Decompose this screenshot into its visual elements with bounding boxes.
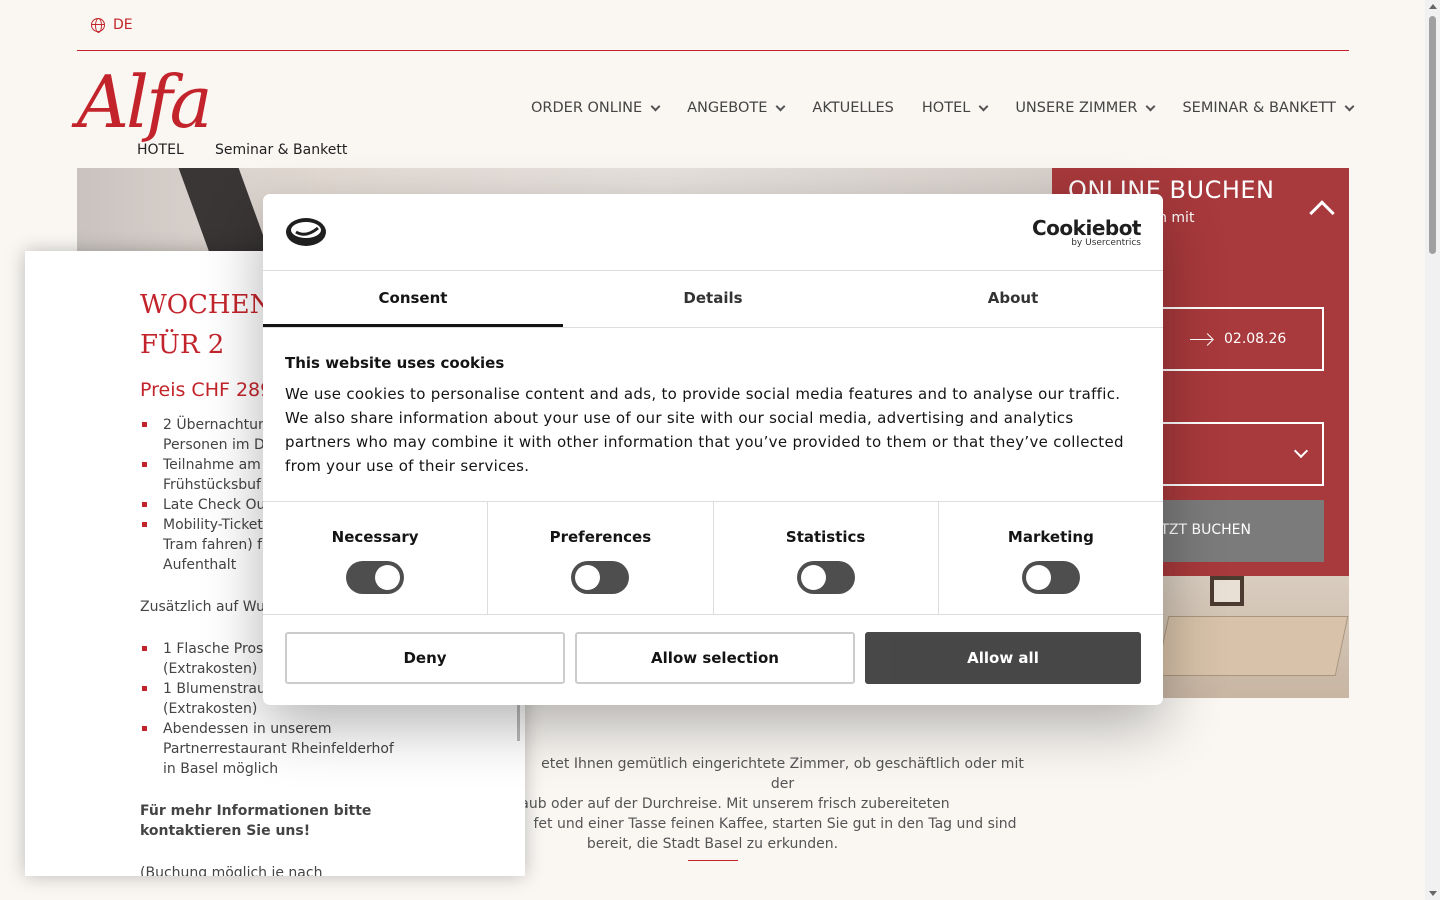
nav-item-angebote[interactable]: ANGEBOTE (687, 100, 786, 116)
cookie-body: We use cookies to personalise content an… (285, 385, 1124, 475)
allow-selection-button[interactable]: Allow selection (575, 632, 855, 684)
offer-title-line: WOCHEN (140, 290, 273, 320)
nav-label: UNSERE ZIMMER (1015, 100, 1138, 116)
category-label: Marketing (1007, 528, 1094, 546)
nav-label: ORDER ONLINE (531, 100, 643, 116)
language-label: DE (113, 17, 133, 33)
offer-note: (Buchung möglich je nach (140, 865, 323, 876)
globe-icon (91, 18, 105, 33)
nav-label: HOTEL (921, 100, 971, 116)
nav-label: ANGEBOTE (687, 100, 768, 116)
room-frame (1210, 576, 1244, 606)
cookie-buttons: Deny Allow selection Allow all (285, 632, 1141, 684)
chevron-up-icon[interactable] (1309, 200, 1335, 226)
cookie-heading: This website uses cookies (285, 354, 505, 372)
statistics-toggle[interactable] (796, 561, 855, 594)
nav-label: AKTUELLES (812, 100, 894, 116)
toggle-knob (1025, 565, 1051, 590)
offer-title: WOCHEN FÜR 2 (140, 285, 272, 365)
main-nav: ORDER ONLINE ANGEBOTE AKTUELLES HOTEL UN… (531, 100, 1355, 116)
page-scrollbar[interactable] (1425, 0, 1440, 900)
nav-item-unsere-zimmer[interactable]: UNSERE ZIMMER (1015, 100, 1156, 116)
hero-detail (178, 168, 272, 258)
divider (688, 860, 738, 861)
category-marketing: Marketing (939, 502, 1163, 614)
logo-hotel: HOTEL (137, 142, 184, 158)
category-label: Necessary (331, 528, 419, 546)
cookie-dialog: Cookiebot by Usercentrics Consent Detail… (263, 194, 1163, 705)
top-bar: DE (77, 0, 1349, 51)
category-label: Statistics (785, 528, 866, 546)
toggle-knob (800, 565, 826, 590)
chevron-down-icon (1293, 443, 1309, 459)
cookiebot-brand[interactable]: Cookiebot by Usercentrics (1032, 216, 1142, 248)
nav-item-aktuelles[interactable]: AKTUELLES (812, 100, 893, 116)
language-switcher[interactable]: DE (91, 17, 133, 33)
offer-title-line: FÜR 2 (140, 330, 225, 360)
chevron-down-icon (775, 101, 786, 111)
toggle-knob (575, 565, 601, 590)
chevron-down-icon (1146, 101, 1156, 111)
book-now-label: TZT BUCHEN (1160, 522, 1251, 538)
offer-extra-heading: Zusätzlich auf Wu (140, 599, 266, 615)
room-desk (1155, 616, 1349, 676)
cookie-tabs: Consent Details About (263, 270, 1163, 328)
allow-all-button[interactable]: Allow all (865, 632, 1141, 684)
scroll-down-icon[interactable] (1429, 891, 1437, 896)
arrow-right-icon (1190, 339, 1212, 340)
category-statistics: Statistics (714, 502, 939, 614)
list-item: Abendessen in unserem Partnerrestaurant … (140, 719, 440, 779)
offer-contact: Für mehr Informationen bitte kontaktiere… (140, 803, 372, 839)
chevron-down-icon (1344, 101, 1355, 111)
preferences-toggle[interactable] (571, 561, 630, 594)
tab-consent[interactable]: Consent (263, 271, 563, 327)
offer-price: Preis CHF 289 (140, 379, 273, 401)
nav-item-order-online[interactable]: ORDER ONLINE (531, 100, 661, 116)
nav-item-hotel[interactable]: HOTEL (921, 100, 989, 116)
category-label: Preferences (549, 528, 652, 546)
necessary-toggle[interactable] (346, 561, 405, 594)
logo-subtitle: Seminar & Bankett (215, 142, 348, 158)
toggle-knob (375, 565, 401, 590)
marketing-toggle[interactable] (1021, 561, 1080, 594)
cookie-logo-icon (286, 218, 326, 246)
scroll-thumb[interactable] (1429, 16, 1436, 254)
checkout-date: 02.08.26 (1224, 331, 1287, 347)
logo-script: Alfa (77, 60, 213, 144)
chevron-down-icon (650, 101, 661, 111)
tab-details[interactable]: Details (563, 271, 863, 327)
category-necessary: Necessary (263, 502, 489, 614)
cookiebot-name: Cookiebot (1032, 216, 1142, 240)
deny-button[interactable]: Deny (285, 632, 565, 684)
chevron-down-icon (978, 101, 989, 111)
cookie-categories: Necessary Preferences Statistics Marketi… (263, 501, 1163, 615)
scroll-up-icon[interactable] (1429, 4, 1437, 9)
category-preferences: Preferences (488, 502, 714, 614)
hotel-logo[interactable]: Alfa HOTEL Seminar & Bankett (77, 62, 357, 162)
tab-about[interactable]: About (863, 271, 1163, 327)
nav-item-seminar-bankett[interactable]: SEMINAR & BANKETT (1182, 100, 1355, 116)
nav-label: SEMINAR & BANKETT (1182, 100, 1336, 116)
